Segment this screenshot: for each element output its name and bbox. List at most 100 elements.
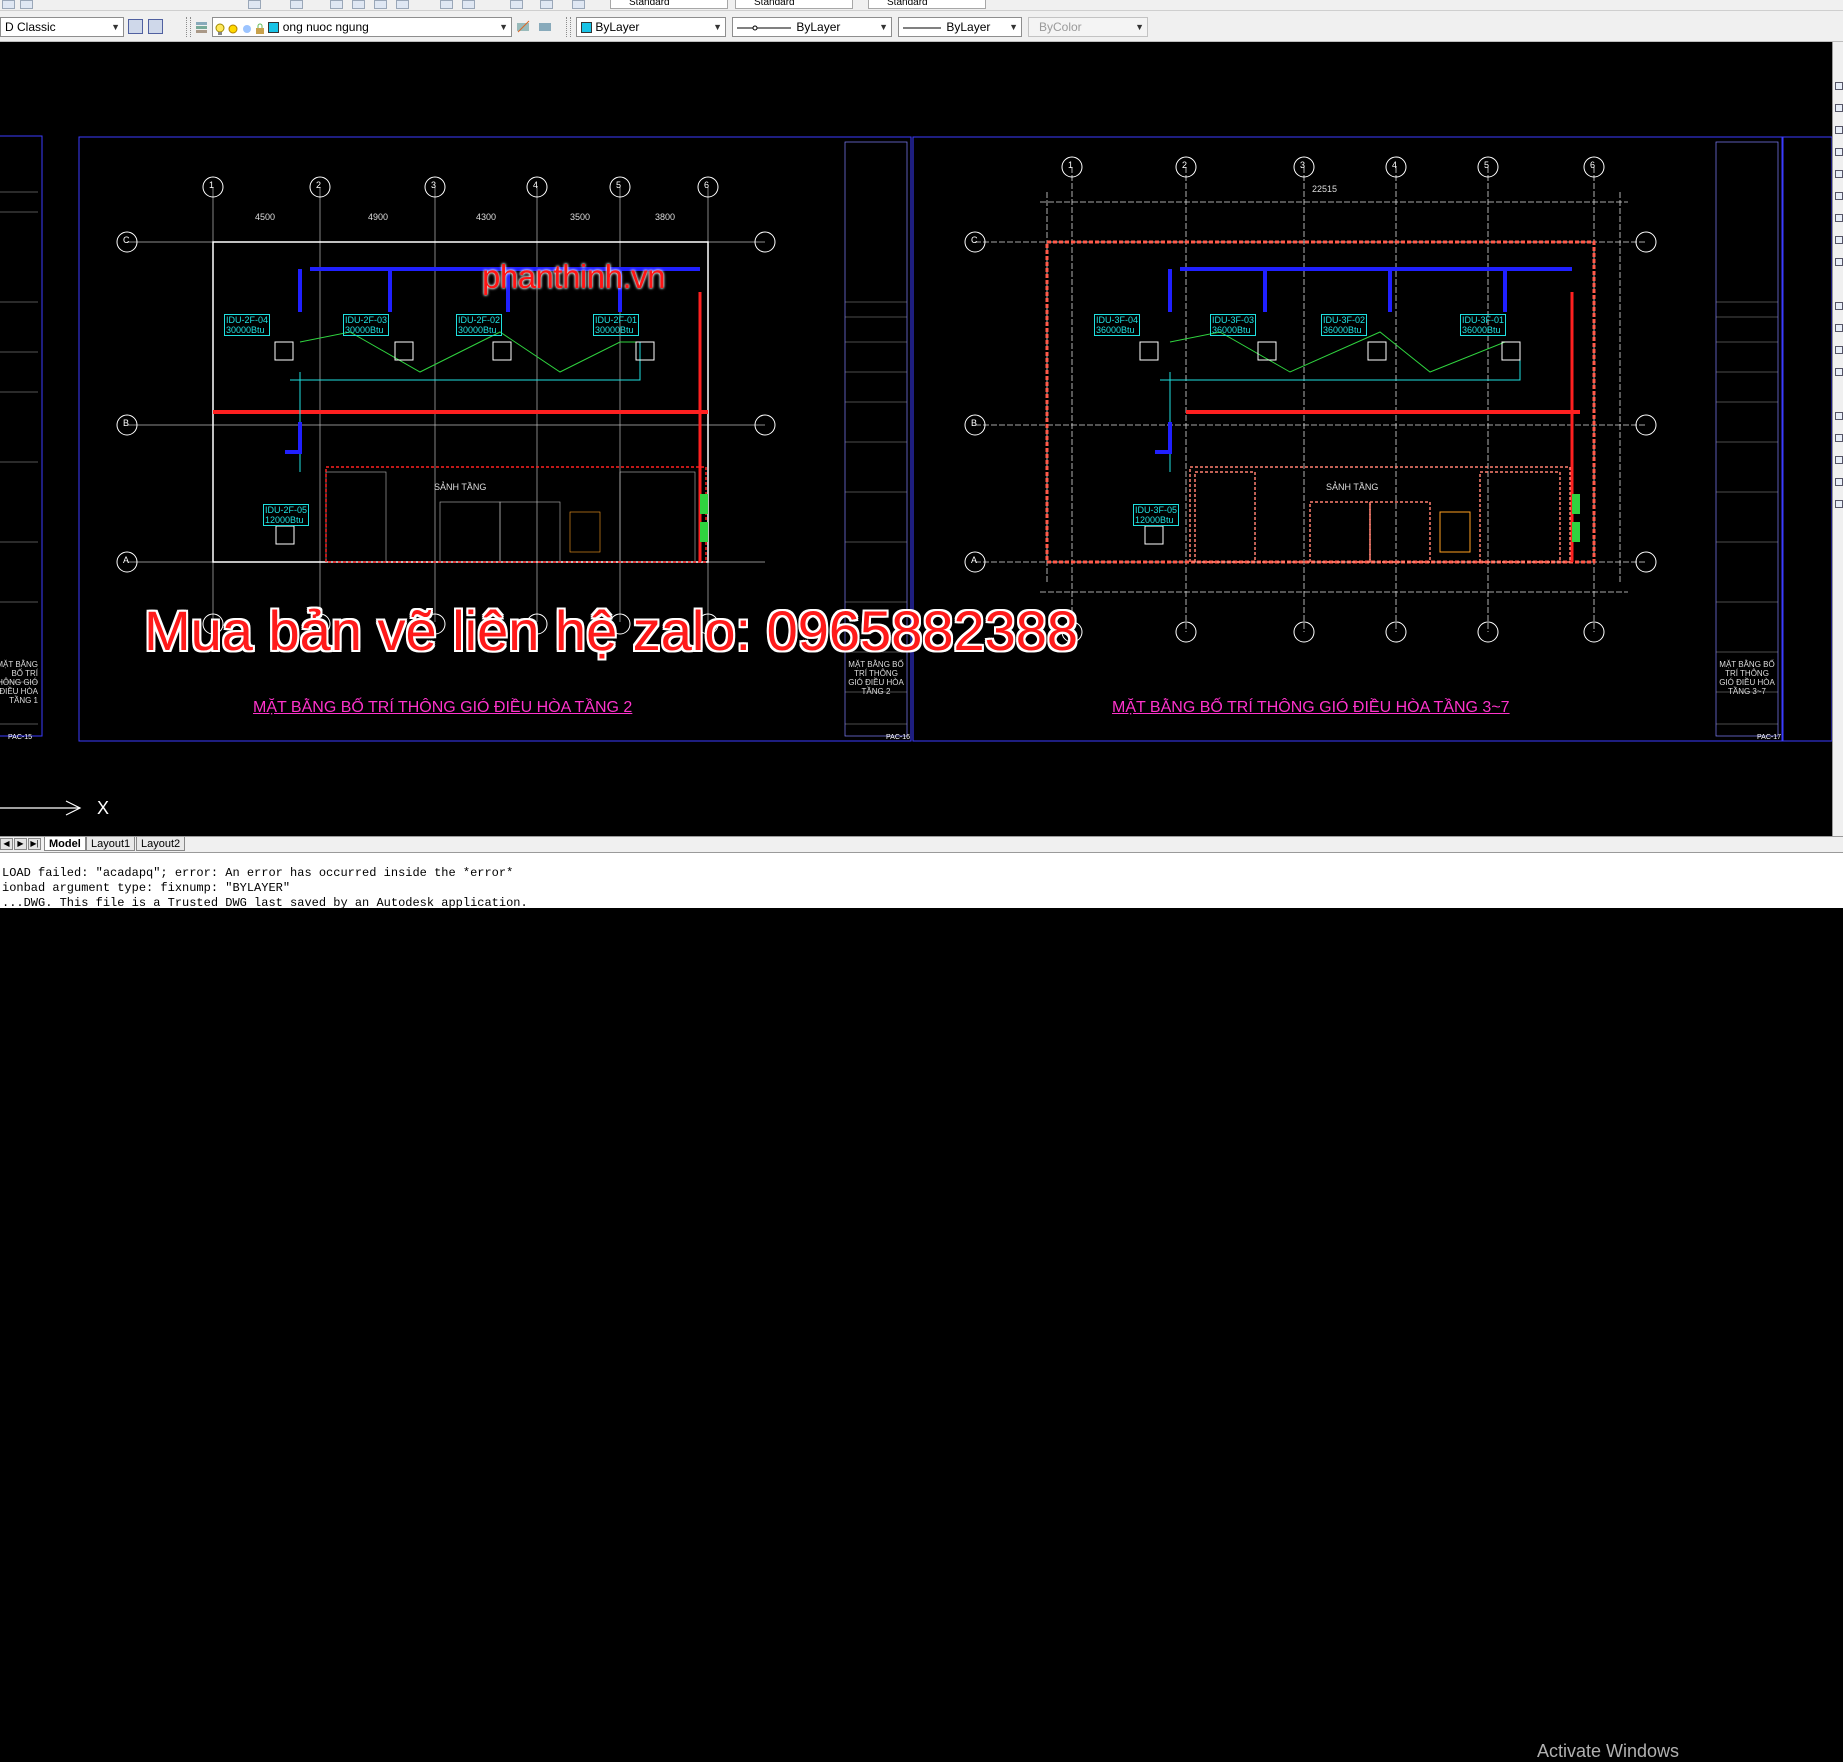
tool-icon[interactable] [1835,170,1843,178]
grid-label: 3 [431,180,437,190]
workspace-combo[interactable]: D Classic ▼ [0,17,124,37]
unit-capacity: 30000Btu [458,325,497,335]
tool-icon[interactable] [1835,368,1843,376]
tool-icon[interactable] [1835,500,1843,508]
unit-tag: IDU-2F-04 30000Btu [224,314,271,336]
tool-icon[interactable] [1835,324,1843,332]
command-history-line: ionbad argument type: fixnump: "BYLAYER" [2,881,291,895]
tab-scroll-next-icon[interactable]: ▶ [14,838,27,850]
tool-icon[interactable] [1835,456,1843,464]
dimension-label: 4500 [255,212,276,222]
tool-icon[interactable] [1835,104,1843,112]
grid-label: A [971,555,978,565]
command-line[interactable]: LOAD failed: "acadapq"; error: An error … [0,852,1843,1761]
command-history-line: ...DWG. This file is a Trusted DWG last … [2,896,528,908]
tab-layout2[interactable]: Layout2 [136,837,186,851]
unit-id: IDU-3F-05 [1135,505,1178,515]
plotstyle-value: ByColor [1039,20,1082,34]
tool-icon[interactable] [1835,148,1843,156]
chevron-down-icon: ▼ [499,22,508,32]
toolbar-grip[interactable] [566,17,571,37]
command-history-line: LOAD failed: "acadapq"; error: An error … [2,866,514,880]
toolbar-icon[interactable] [440,0,453,9]
dim-style-combo[interactable]: Standard [735,0,853,9]
tool-icon[interactable] [1835,258,1843,266]
right-outer-wall [1045,240,1596,564]
toolbar-icon[interactable] [540,0,553,9]
toolbar-icon[interactable] [290,0,303,9]
grid-label: B [971,418,978,428]
tool-icon[interactable] [1835,478,1843,486]
room-label: SẢNH TẦNG [1326,482,1379,492]
unit-capacity: 30000Btu [595,325,634,335]
right-indoor-units [1139,341,1521,545]
toolbar-icon[interactable] [510,0,523,9]
far-left-title-block [0,191,38,725]
zoom-icon[interactable] [330,0,343,9]
toolbar-icon[interactable] [20,0,33,9]
zoom-icon[interactable] [396,0,409,9]
sheet-frame-far-right [1781,136,1832,742]
text-style-combo[interactable]: Standard [610,0,728,9]
left-core-rooms [325,471,696,563]
sheet-frame-far-left [0,135,43,737]
right-grid-bubbles [964,156,1657,643]
watermark-contact: Mua bản vẽ liên hệ zalo: 0965882388 [144,599,1079,662]
color-combo[interactable]: ByLayer ▼ [576,17,726,37]
toolbar-icon[interactable] [148,19,163,34]
tool-icon[interactable] [1835,126,1843,134]
zoom-icon[interactable] [352,0,365,9]
title-block-right [1715,141,1779,737]
ucs-x-label: X [97,798,110,818]
color-value: ByLayer [595,20,640,34]
layer-combo[interactable]: ong nuoc ngung ▼ [212,17,512,37]
sheet-code: PAC-15 [8,734,32,741]
layout-tab-bar: ◀ ▶ ▶| Model Layout1 Layout2 [0,836,1843,852]
unit-tag: IDU-3F-03 36000Btu [1210,314,1257,336]
tab-layout1[interactable]: Layout1 [86,837,136,851]
tool-icon[interactable] [1835,434,1843,442]
tool-icon[interactable] [1835,82,1843,90]
tool-icon[interactable] [1835,214,1843,222]
unit-id: IDU-3F-04 [1096,315,1139,325]
unit-id: IDU-2F-04 [226,315,269,325]
unit-capacity: 30000Btu [226,325,265,335]
unit-tag: IDU-3F-04 36000Btu [1094,314,1141,336]
tool-icon[interactable] [1835,346,1843,354]
sheet-code: PAC-17 [1757,734,1781,741]
right-pipe-cyan [1160,342,1521,381]
left-pipe-cyan [290,342,641,381]
sheet-title-left: MẶT BẰNG BỐ TRÍ THÔNG GIÓ ĐIỀU HÒA TẦNG … [848,660,904,696]
grid-label: 4 [1392,160,1398,170]
toolbar-grip[interactable] [186,17,191,37]
workspace-settings-icon[interactable] [128,19,143,34]
tool-icon[interactable] [1835,302,1843,310]
grid-label: 1 [209,180,215,190]
room-label: SẢNH TẦNG [434,482,487,492]
toolbar-icon[interactable] [248,0,261,9]
make-layer-current-icon[interactable] [516,19,531,34]
help-icon[interactable] [572,0,585,9]
linetype-combo[interactable]: ByLayer ▼ [732,17,892,37]
layer-manager-icon[interactable] [194,19,209,34]
zoom-icon[interactable] [374,0,387,9]
unit-tag: IDU-3F-01 36000Btu [1460,314,1507,336]
chevron-down-icon: ▼ [713,22,722,32]
table-style-combo[interactable]: Standard [868,0,986,9]
tool-icon[interactable] [1835,412,1843,420]
tool-icon[interactable] [1835,236,1843,244]
linetype-preview [737,19,793,36]
grid-label: 5 [1484,160,1490,170]
toolbar-icon[interactable] [462,0,475,9]
unit-id: IDU-2F-02 [458,315,501,325]
tab-scroll-prev-icon[interactable]: ◀ [0,838,13,850]
model-space-canvas[interactable]: 1 2 3 4 5 6 C B A 4500 4900 4300 3500 38… [0,42,1832,836]
toolbar-icon[interactable] [2,0,15,9]
grid-label: 2 [1182,160,1188,170]
lineweight-combo[interactable]: ByLayer ▼ [898,17,1022,37]
unit-id: IDU-2F-01 [595,315,638,325]
tool-icon[interactable] [1835,192,1843,200]
tab-scroll-last-icon[interactable]: ▶| [28,838,41,850]
tab-model[interactable]: Model [44,837,86,851]
layer-previous-icon[interactable] [538,19,553,34]
